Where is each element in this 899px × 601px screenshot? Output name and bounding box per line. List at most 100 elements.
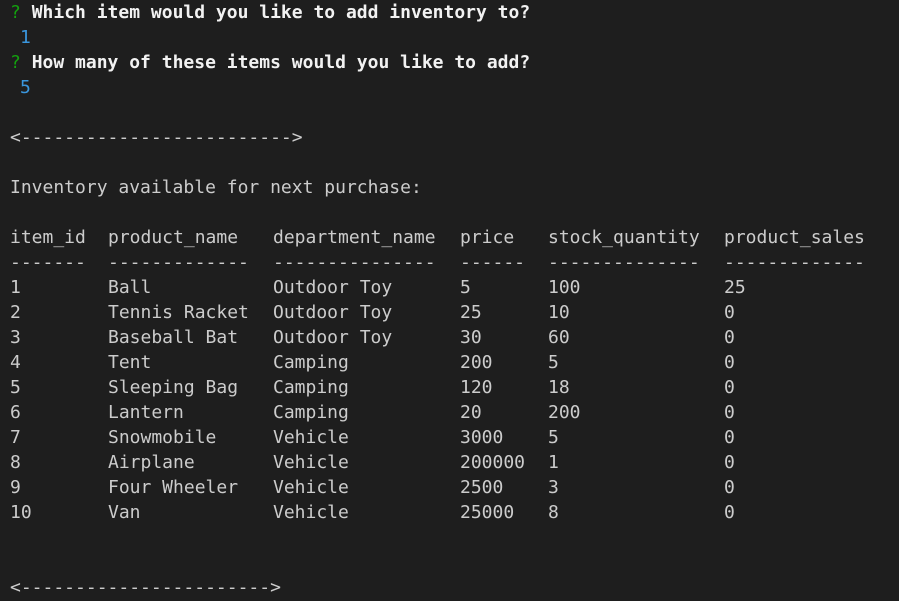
product-sales-cell: 0 [724,502,735,523]
product-sales-cell: 0 [724,427,735,448]
prompt-question: Which item would you like to add invento… [31,2,531,23]
table-row: 7 Snowmobile Vehicle 3000 5 0 [10,425,895,450]
product-sales-cell: 0 [724,477,735,498]
product-sales-cell: 0 [724,377,735,398]
table-row: 9 Four Wheeler Vehicle 2500 3 0 [10,475,895,500]
column-header: department_name [273,227,436,248]
department-name-cell: Vehicle [273,502,349,523]
price-cell: 30 [460,327,482,348]
department-name-cell: Camping [273,352,349,373]
stock-quantity-cell: 60 [548,327,570,348]
separator-bottom: <-----------------------> [10,577,281,598]
table-row: 2 Tennis Racket Outdoor Toy 25 10 0 [10,300,895,325]
question-mark: ? [10,2,21,23]
question-mark: ? [10,52,21,73]
terminal-output: ? Which item would you like to add inven… [10,0,895,600]
item-id-cell: 2 [10,302,21,323]
stock-quantity-cell: 5 [548,352,559,373]
table-row: 4 Tent Camping 200 5 0 [10,350,895,375]
department-name-cell: Vehicle [273,452,349,473]
table-row: 6 Lantern Camping 20 200 0 [10,400,895,425]
item-id-cell: 5 [10,377,21,398]
price-cell: 200 [460,352,493,373]
price-cell: 3000 [460,427,504,448]
prompt-answer: 5 [20,77,31,98]
product-name-cell: Sleeping Bag [108,377,239,398]
product-name-cell: Tennis Racket [108,302,249,323]
column-header: stock_quantity [548,227,700,248]
table-dash-row: ------- ------------- --------------- --… [10,250,895,275]
department-name-cell: Outdoor Toy [273,277,393,298]
item-id-cell: 4 [10,352,21,373]
item-id-cell: 1 [10,277,21,298]
item-id-cell: 10 [10,502,32,523]
product-sales-cell: 0 [724,402,735,423]
product-sales-cell: 0 [724,352,735,373]
column-header: item_id [10,227,86,248]
product-sales-cell: 0 [724,452,735,473]
header-underline: ------------- [724,252,865,273]
department-name-cell: Vehicle [273,427,349,448]
stock-quantity-cell: 100 [548,277,581,298]
product-name-cell: Lantern [108,402,184,423]
table-body: 1 Ball Outdoor Toy 5 100 25 2 Tennis Racket Outd… [10,275,895,525]
prompt-line: ? How many of these items would you like… [10,50,895,75]
product-name-cell: Snowmobile [108,427,217,448]
prompt-question: How many of these items would you like t… [31,52,531,73]
price-cell: 25000 [460,502,515,523]
item-id-cell: 3 [10,327,21,348]
table-row: 5 Sleeping Bag Camping 120 18 0 [10,375,895,400]
item-id-cell: 6 [10,402,21,423]
department-name-cell: Outdoor Toy [273,327,393,348]
stock-quantity-cell: 1 [548,452,559,473]
stock-quantity-cell: 5 [548,427,559,448]
product-sales-cell: 0 [724,302,735,323]
header-underline: ------- [10,252,86,273]
separator-top: <-------------------------> [10,127,303,148]
product-name-cell: Tent [108,352,152,373]
prompt-answer-line: 5 [10,75,895,100]
header-underline: -------------- [548,252,700,273]
inventory-table: item_id product_name department_name pri… [10,225,895,525]
product-name-cell: Baseball Bat [108,327,239,348]
column-header: product_sales [724,227,865,248]
product-name-cell: Four Wheeler [108,477,239,498]
item-id-cell: 9 [10,477,21,498]
stock-quantity-cell: 3 [548,477,559,498]
department-name-cell: Vehicle [273,477,349,498]
product-name-cell: Van [108,502,141,523]
product-name-cell: Airplane [108,452,195,473]
stock-quantity-cell: 200 [548,402,581,423]
header-underline: ------------- [108,252,249,273]
inventory-heading: Inventory available for next purchase: [10,177,422,198]
table-row: 8 Airplane Vehicle 200000 1 0 [10,450,895,475]
department-name-cell: Camping [273,402,349,423]
price-cell: 20 [460,402,482,423]
prompt-answer: 1 [20,27,31,48]
prompt-line: ? Which item would you like to add inven… [10,0,895,25]
table-row: 3 Baseball Bat Outdoor Toy 30 60 0 [10,325,895,350]
department-name-cell: Outdoor Toy [273,302,393,323]
product-sales-cell: 0 [724,327,735,348]
price-cell: 5 [460,277,471,298]
stock-quantity-cell: 18 [548,377,570,398]
product-name-cell: Ball [108,277,152,298]
table-header-row: item_id product_name department_name pri… [10,225,895,250]
price-cell: 2500 [460,477,504,498]
department-name-cell: Camping [273,377,349,398]
column-header: price [460,227,515,248]
product-sales-cell: 25 [724,277,746,298]
table-row: 1 Ball Outdoor Toy 5 100 25 [10,275,895,300]
price-cell: 120 [460,377,493,398]
item-id-cell: 8 [10,452,21,473]
price-cell: 25 [460,302,482,323]
header-underline: ------ [460,252,526,273]
table-row: 10 Van Vehicle 25000 8 0 [10,500,895,525]
item-id-cell: 7 [10,427,21,448]
prompt-answer-line: 1 [10,25,895,50]
